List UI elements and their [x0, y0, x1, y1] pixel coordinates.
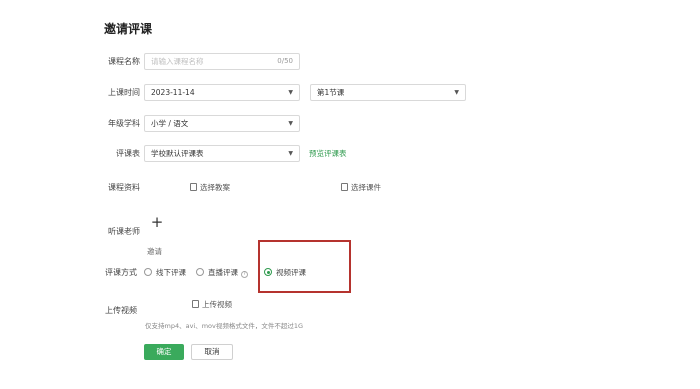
- invite-evaluation-page: 邀请评课 课程名称 请输入课程名称 0/50 上课时间 2023-11-14 ▼…: [0, 0, 700, 389]
- radio-offline-label: 线下评课: [156, 268, 186, 277]
- help-icon[interactable]: ?: [241, 271, 248, 278]
- evaluation-form-label: 评课表: [116, 149, 140, 158]
- radio-live-label: 直播评课: [208, 268, 238, 277]
- radio-offline-evaluation[interactable]: 线下评课: [144, 267, 186, 279]
- class-period-value: 第1节课: [317, 88, 345, 97]
- select-lesson-plan-label: 选择教案: [200, 183, 230, 192]
- course-name-placeholder: 请输入课程名称: [151, 57, 204, 66]
- evaluation-form-value: 学校默认评课表: [151, 149, 204, 158]
- course-name-input[interactable]: 请输入课程名称 0/50: [144, 53, 300, 70]
- class-period-select[interactable]: 第1节课 ▼: [310, 84, 466, 101]
- invite-label: 邀请: [147, 247, 162, 256]
- radio-circle-icon: [144, 268, 152, 276]
- highlight-annotation-box: [258, 240, 351, 293]
- grade-subject-select[interactable]: 小学 / 语文 ▼: [144, 115, 300, 132]
- upload-video-button[interactable]: 上传视频: [192, 299, 232, 311]
- upload-video-hint: 仅支持mp4、avi、mov视频格式文件，文件不超过1G: [145, 322, 304, 330]
- grade-subject-value: 小学 / 语文: [151, 119, 189, 128]
- chevron-down-icon: ▼: [288, 150, 293, 157]
- upload-video-button-label: 上传视频: [202, 300, 232, 309]
- cancel-button[interactable]: 取消: [191, 344, 233, 360]
- select-courseware-label: 选择课件: [351, 183, 381, 192]
- radio-circle-icon: [196, 268, 204, 276]
- evaluation-form-select[interactable]: 学校默认评课表 ▼: [144, 145, 300, 162]
- chevron-down-icon: ▼: [454, 89, 459, 96]
- document-icon: [190, 183, 197, 191]
- select-lesson-plan-button[interactable]: 选择教案: [190, 182, 230, 194]
- preview-evaluation-form-link[interactable]: 预览评课表: [309, 148, 347, 159]
- document-icon: [341, 183, 348, 191]
- chevron-down-icon: ▼: [288, 89, 293, 96]
- evaluation-method-label: 评课方式: [105, 268, 137, 277]
- upload-video-label: 上传视频: [105, 306, 137, 315]
- add-teacher-button[interactable]: +: [145, 211, 169, 235]
- grade-subject-label: 年级学科: [108, 119, 140, 128]
- course-name-label: 课程名称: [108, 57, 140, 66]
- class-time-label: 上课时间: [108, 88, 140, 97]
- select-courseware-button[interactable]: 选择课件: [341, 182, 381, 194]
- chevron-down-icon: ▼: [288, 120, 293, 127]
- radio-live-evaluation[interactable]: 直播评课?: [196, 267, 248, 279]
- course-name-counter: 0/50: [277, 57, 293, 65]
- teacher-label: 听课老师: [108, 227, 140, 236]
- course-materials-label: 课程资料: [108, 183, 140, 192]
- page-title: 邀请评课: [104, 22, 153, 36]
- class-date-picker[interactable]: 2023-11-14 ▼: [144, 84, 300, 101]
- upload-icon: [192, 300, 199, 308]
- submit-button[interactable]: 确定: [144, 344, 184, 360]
- class-date-value: 2023-11-14: [151, 88, 195, 97]
